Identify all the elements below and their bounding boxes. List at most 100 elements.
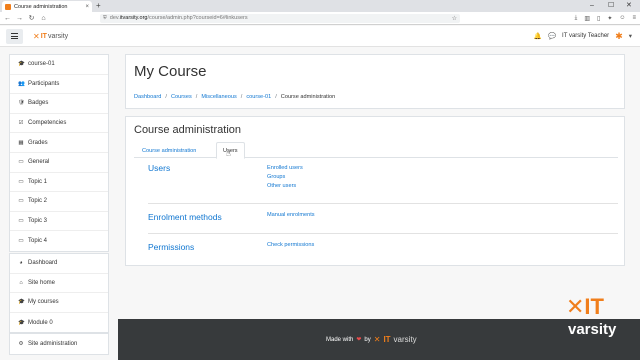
tab-course-administration[interactable]: Course administration: [136, 145, 202, 157]
groups-link[interactable]: Groups: [267, 174, 303, 180]
sidebar-item-label: General: [28, 159, 50, 166]
sidebar-item-label: Topic 4: [28, 238, 48, 245]
graduation-cap-icon: 🎓: [18, 299, 25, 306]
chat-icon[interactable]: 💬: [548, 32, 556, 40]
site-nav-group: ◕ Dashboard ⌂ Site home 🎓 My courses 🎓 Module 0: [9, 253, 109, 334]
sidebar-item-my-courses[interactable]: 🎓 My courses: [10, 293, 108, 313]
account-icon[interactable]: ☺: [619, 15, 625, 22]
sidebar-item-participants[interactable]: 👥 Participants: [10, 75, 108, 95]
user-menu[interactable]: IT varsity Teacher: [562, 33, 609, 39]
sidebar-item-label: Topic 1: [28, 178, 48, 185]
sidebar-item-label: Site administration: [28, 340, 78, 347]
brand-watermark: ✕IT varsity: [566, 294, 617, 338]
sidebar-item-label: Badges: [28, 100, 49, 107]
home-button[interactable]: ⌂: [40, 15, 47, 22]
close-tab-icon[interactable]: ×: [85, 4, 89, 10]
url-text: dev.itvarsity.org/course/admin.php?cours…: [109, 15, 248, 21]
enrolled-users-link[interactable]: Enrolled users: [267, 165, 303, 171]
section-label-users: Users: [148, 163, 171, 173]
new-tab-button[interactable]: +: [96, 1, 101, 11]
hand-cursor-icon: ☝: [226, 149, 231, 158]
menu-icon[interactable]: ≡: [632, 15, 636, 22]
library-icon[interactable]: ▥: [584, 15, 590, 22]
logo-x-icon: ✕: [33, 31, 40, 41]
page-header: My Course Dashboard / Courses / Miscella…: [125, 54, 625, 109]
graduation-cap-icon: 🎓: [18, 319, 25, 326]
section-label-enrolment-methods: Enrolment methods: [148, 212, 222, 222]
bookmark-star-icon[interactable]: ☆: [452, 15, 457, 22]
reload-button[interactable]: ↻: [28, 14, 35, 22]
avatar[interactable]: ✱: [615, 31, 623, 42]
favicon-icon: [5, 3, 11, 10]
download-icon[interactable]: ⤓: [575, 15, 578, 22]
nav-drawer: 🎓 course-01 👥 Participants 🛡 Badges ☑ Competenc…: [0, 47, 118, 360]
breadcrumb-dashboard[interactable]: Dashboard: [134, 94, 161, 100]
other-users-link[interactable]: Other users: [267, 183, 303, 189]
sidebar-item-dashboard[interactable]: ◕ Dashboard: [10, 254, 108, 274]
sidebar-item-label: Module 0: [28, 319, 53, 326]
breadcrumb-course-01[interactable]: course-01: [246, 94, 271, 100]
home-icon: ⌂: [19, 279, 23, 286]
sidebar-item-topic-2[interactable]: ▭ Topic 2: [10, 192, 108, 212]
sidebar-item-grades[interactable]: ▦ Grades: [10, 133, 108, 153]
sidebar-item-label: course-01: [28, 61, 55, 68]
folder-icon: ▭: [18, 218, 24, 225]
sidebar-item-badges[interactable]: 🛡 Badges: [10, 94, 108, 114]
sidebar-item-topic-4[interactable]: ▭ Topic 4: [10, 231, 108, 251]
extension-icon[interactable]: ✦: [607, 15, 612, 22]
footer-logo-x-icon: ✕: [373, 335, 381, 344]
check-permissions-link[interactable]: Check permissions: [267, 242, 314, 248]
minimize-window-button[interactable]: –: [590, 1, 594, 11]
sidebar-item-label: Grades: [28, 139, 48, 146]
chevron-down-icon[interactable]: ▾: [629, 32, 632, 40]
breadcrumb-miscellaneous[interactable]: Miscellaneous: [201, 94, 236, 100]
folder-icon: ▭: [18, 178, 24, 185]
sidebar-item-course-01[interactable]: 🎓 course-01: [10, 55, 108, 75]
users-links: Enrolled users Groups Other users: [267, 165, 303, 189]
browser-tab[interactable]: Course administration ×: [2, 1, 92, 12]
table-icon: ▦: [18, 139, 24, 146]
back-button[interactable]: ←: [4, 15, 11, 22]
browser-tab-title: Course administration: [14, 3, 68, 10]
sidebar-item-site-administration[interactable]: ⚙ Site administration: [10, 334, 108, 354]
sidebar-item-general[interactable]: ▭ General: [10, 153, 108, 173]
section-title: Course administration: [134, 124, 241, 136]
sidebar-item-label: My courses: [28, 299, 59, 306]
forward-button[interactable]: →: [16, 15, 23, 22]
folder-icon: ▭: [18, 159, 24, 166]
made-with-credit: Made with ❤ by ✕ IT varsity: [326, 335, 417, 344]
browser-toolbar: ← → ↻ ⌂ ⛨ dev.itvarsity.org/course/admin…: [0, 12, 640, 25]
close-window-button[interactable]: ✕: [626, 1, 632, 11]
shield-icon: 🛡: [18, 100, 25, 107]
folder-icon: ▭: [18, 198, 24, 205]
breadcrumb: Dashboard / Courses / Miscellaneous / co…: [134, 94, 336, 100]
address-bar[interactable]: ⛨ dev.itvarsity.org/course/admin.php?cou…: [100, 13, 460, 23]
shield-icon: ⛨: [103, 15, 107, 21]
browser-tab-bar: Course administration × + – ☐ ✕: [0, 0, 640, 12]
drawer-toggle-button[interactable]: [6, 28, 23, 44]
heart-icon: ❤: [356, 337, 362, 343]
sidebar-toggle-icon[interactable]: ▯: [597, 15, 600, 22]
sidebar-item-label: Topic 3: [28, 218, 48, 225]
site-navbar: ✕ IT varsity 🔔 💬 IT varsity Teacher ✱ ▾: [0, 26, 640, 47]
admin-section-users: Users Enrolled users Groups Other users: [148, 159, 618, 204]
sidebar-item-topic-3[interactable]: ▭ Topic 3: [10, 212, 108, 232]
sidebar-item-label: Dashboard: [28, 260, 58, 267]
page-title: My Course: [134, 63, 207, 80]
bell-icon[interactable]: 🔔: [534, 32, 542, 40]
sidebar-item-label: Site home: [28, 279, 56, 286]
site-logo[interactable]: ✕ IT varsity: [33, 32, 68, 41]
admin-nav-group: ⚙ Site administration: [9, 333, 109, 355]
manual-enrolments-link[interactable]: Manual enrolments: [267, 212, 315, 218]
sidebar-item-site-home[interactable]: ⌂ Site home: [10, 274, 108, 294]
maximize-window-button[interactable]: ☐: [608, 1, 614, 11]
graduation-cap-icon: 🎓: [18, 61, 25, 68]
breadcrumb-courses[interactable]: Courses: [171, 94, 192, 100]
enrolment-links: Manual enrolments: [267, 212, 315, 218]
sidebar-item-competencies[interactable]: ☑ Competencies: [10, 114, 108, 134]
course-admin-card: Course administration Course administrat…: [125, 116, 625, 266]
main-region: My Course Dashboard / Courses / Miscella…: [118, 47, 640, 319]
page-footer: Made with ❤ by ✕ IT varsity: [118, 319, 640, 360]
sidebar-item-topic-1[interactable]: ▭ Topic 1: [10, 173, 108, 193]
sidebar-item-module-0[interactable]: 🎓 Module 0: [10, 313, 108, 333]
